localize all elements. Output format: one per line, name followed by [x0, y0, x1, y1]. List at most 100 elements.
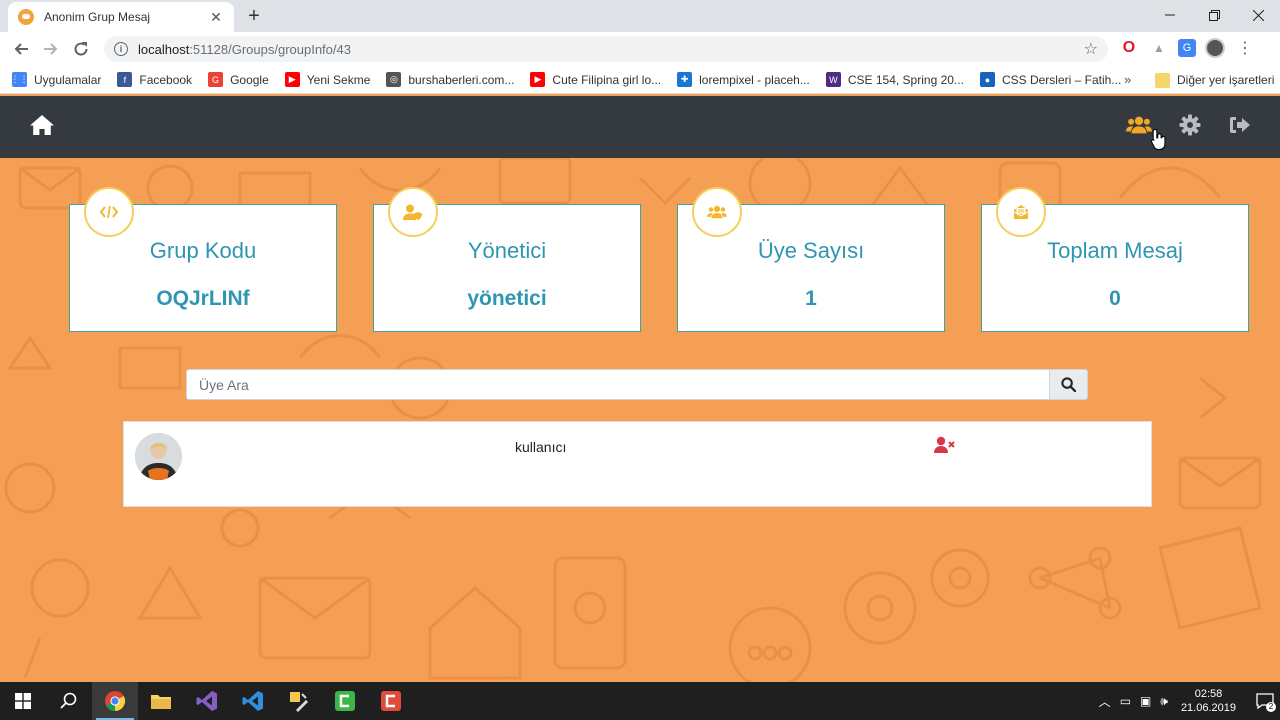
puzzle-icon: ✚ [677, 72, 693, 87]
bookmark-star-icon[interactable]: ☆ [1084, 39, 1098, 59]
file-explorer-button[interactable] [138, 682, 184, 720]
translate-icon[interactable]: G [1178, 39, 1196, 57]
browser-toolbar: i localhost:51128/Groups/groupInfo/43 ☆ … [0, 32, 1280, 66]
avatar [1205, 38, 1225, 58]
bookmark-item[interactable]: ▶ Cute Filipina girl lo... [530, 72, 661, 87]
back-button[interactable] [6, 34, 36, 64]
clock-time: 02:58 [1194, 688, 1223, 700]
group-info-page: Grup Kodu OQJrLINf Yönetici yönetici Üye Say… [0, 158, 1280, 682]
user-shield-icon [388, 187, 438, 237]
card-value: 1 [805, 287, 817, 310]
search-icon [1061, 377, 1076, 392]
hand-cursor-icon [1151, 128, 1166, 150]
bookmark-item[interactable]: ▶ Yeni Sekme [284, 72, 371, 87]
info-card: Üye Sayısı 1 [677, 187, 945, 332]
info-icon[interactable]: i [114, 42, 128, 56]
camtasia-red-button[interactable] [368, 682, 414, 720]
google-icon: G [208, 72, 224, 87]
kebab-menu-icon[interactable]: ⋮ [1234, 37, 1256, 59]
search-button[interactable] [1049, 369, 1088, 400]
card-title: Yönetici [467, 238, 547, 263]
restore-icon[interactable] [1192, 0, 1236, 30]
card-title: Toplam Mesaj [1047, 238, 1183, 263]
address-bar[interactable]: i localhost:51128/Groups/groupInfo/43 ☆ [104, 36, 1108, 62]
bookmark-item[interactable]: ⋮⋮ Uygulamalar [11, 72, 101, 87]
tools-app-button[interactable] [276, 682, 322, 720]
members-button[interactable] [1126, 112, 1152, 138]
camtasia-icon [335, 691, 355, 711]
bookmark-item[interactable]: G Google [208, 72, 269, 87]
chevron-up-icon[interactable]: ︿ [1099, 693, 1111, 710]
member-list: kullanıcı [123, 421, 1152, 507]
settings-button[interactable] [1177, 112, 1203, 138]
chrome-icon [105, 691, 126, 712]
chat-favicon-icon [18, 9, 34, 25]
users-icon [692, 187, 742, 237]
bookmarks-overflow-button[interactable]: » [1124, 72, 1131, 87]
profile-avatar[interactable] [1204, 37, 1226, 59]
user-times-icon [934, 436, 955, 453]
logout-button[interactable] [1227, 112, 1253, 138]
bookmark-label: CSS Dersleri – Fatih... [1001, 72, 1122, 87]
bookmark-item[interactable]: ◎ burshaberleri.com... [386, 72, 514, 87]
card-title: Grup Kodu [149, 238, 257, 263]
browser-tab-active[interactable]: Anonim Grup Mesaj ✕ [8, 2, 234, 32]
chrome-taskbar-button[interactable] [92, 682, 138, 720]
facebook-icon: f [117, 72, 133, 87]
vscode-button[interactable] [230, 682, 276, 720]
bookmark-label: Yeni Sekme [306, 72, 371, 87]
search-taskbar-button[interactable] [46, 682, 92, 720]
gear-icon [1179, 114, 1201, 136]
volume-icon[interactable]: 🕪 [1160, 694, 1168, 709]
camtasia-green-button[interactable] [322, 682, 368, 720]
card-value: 0 [1109, 287, 1121, 310]
apps-grid-icon: ⋮⋮ [11, 72, 29, 87]
notification-badge: 2 [1266, 702, 1276, 712]
new-tab-button[interactable]: + [244, 4, 264, 28]
search-icon [60, 692, 77, 709]
action-center-button[interactable]: 2 [1250, 682, 1280, 720]
minimize-icon[interactable] [1148, 0, 1192, 30]
sign-out-icon [1230, 117, 1250, 133]
browser-tabbar: Anonim Grup Mesaj ✕ + [0, 0, 1280, 32]
tools-icon [290, 692, 308, 712]
info-card: Toplam Mesaj 0 [981, 187, 1249, 332]
clock[interactable]: 02:58 21.06.2019 [1181, 687, 1236, 715]
bookmark-item[interactable]: ● CSS Dersleri – Fatih... [979, 72, 1122, 87]
card-title: Üye Sayısı [757, 238, 865, 263]
bookmark-label: Cute Filipina girl lo... [552, 72, 662, 87]
user-photo-icon [135, 433, 182, 480]
reload-button[interactable] [66, 34, 96, 64]
code-icon [84, 187, 134, 237]
home-button[interactable] [29, 112, 55, 138]
member-search-input[interactable] [186, 369, 1049, 400]
bookmark-item[interactable]: f Facebook [117, 72, 192, 87]
tab-close-icon[interactable]: ✕ [208, 9, 224, 26]
system-tray: ︿ ▭ ▣ 🕪 02:58 21.06.2019 2 [1099, 682, 1280, 720]
folder-icon [1155, 72, 1170, 88]
recorder-icon [381, 691, 401, 711]
reload-icon [74, 42, 88, 56]
info-card: Grup Kodu OQJrLINf [69, 187, 337, 332]
window-controls [1148, 0, 1280, 30]
opera-icon[interactable]: O [1118, 37, 1140, 59]
folder-icon [151, 695, 171, 709]
users-icon [1126, 116, 1152, 134]
battery-icon[interactable]: ▭ [1120, 694, 1131, 708]
other-bookmarks-label: Diğer yer işaretleri [1177, 73, 1275, 87]
member-search [186, 369, 1088, 400]
forward-button[interactable] [36, 34, 66, 64]
bookmark-item[interactable]: W CSE 154, Spring 20... [825, 72, 964, 87]
youtube-icon: ▶ [284, 72, 300, 87]
card-value: yönetici [467, 287, 547, 310]
visual-studio-icon [196, 691, 217, 711]
drive-icon[interactable]: ▲ [1148, 37, 1170, 59]
start-button[interactable] [0, 682, 46, 720]
network-icon[interactable]: ▣ [1140, 694, 1151, 708]
visual-studio-button[interactable] [184, 682, 230, 720]
globe-icon: ◎ [386, 72, 402, 87]
window-close-icon[interactable] [1236, 0, 1280, 30]
other-bookmarks[interactable]: Diğer yer işaretleri [1155, 66, 1274, 94]
remove-member-button[interactable] [934, 436, 956, 454]
bookmark-item[interactable]: ✚ lorempixel - placeh... [677, 72, 810, 87]
